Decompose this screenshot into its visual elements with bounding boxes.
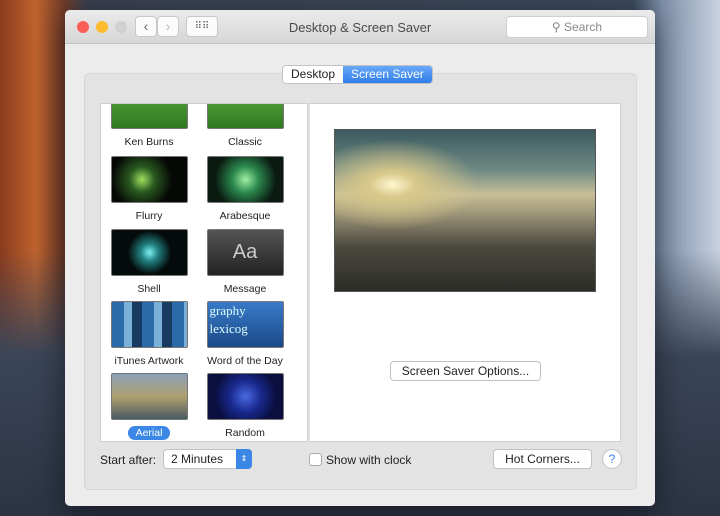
saver-classic[interactable]: Classic [197, 104, 293, 149]
tab-bar: Desktop Screen Saver [282, 65, 433, 84]
start-after-value: 2 Minutes [171, 452, 224, 466]
chevron-updown-icon: ⇕ [236, 449, 252, 469]
thumbnail [206, 104, 284, 129]
preferences-window: ‹ › ⠿⠿ Desktop & Screen Saver ⚲ Search D… [65, 10, 655, 506]
saver-label: Flurry [135, 210, 163, 222]
saver-ken-burns[interactable]: Ken Burns [101, 104, 197, 149]
saver-label: Message [223, 283, 267, 295]
show-clock-checkbox[interactable] [309, 453, 322, 466]
saver-random[interactable]: Random [197, 373, 293, 440]
saver-label: iTunes Artwork [114, 355, 184, 367]
thumbnail: graphy lexicog [206, 301, 284, 348]
saver-aerial[interactable]: Aerial [101, 373, 197, 440]
tab-screen-saver[interactable]: Screen Saver [343, 66, 432, 83]
tab-desktop[interactable]: Desktop [283, 66, 344, 83]
saver-label: Word of the Day [207, 355, 283, 367]
saver-label: Shell [137, 283, 161, 295]
start-after-select[interactable]: 2 Minutes ⇕ [163, 449, 252, 469]
saver-flurry[interactable]: Flurry [101, 156, 197, 223]
screen-saver-list: Ken Burns Classic Flurry Arabesque Shell… [100, 103, 308, 442]
thumbnail [206, 156, 284, 203]
saver-label: Arabesque [219, 210, 271, 222]
thumbnail [110, 301, 188, 348]
saver-itunes-artwork[interactable]: iTunes Artwork [101, 301, 197, 368]
hot-corners-button[interactable]: Hot Corners... [493, 449, 592, 469]
thumbnail [110, 156, 188, 203]
saver-label: Ken Burns [124, 136, 174, 148]
thumbnail [110, 229, 188, 276]
thumbnail [110, 104, 188, 129]
screen-saver-options-button[interactable]: Screen Saver Options... [390, 361, 541, 381]
thumbnail [206, 373, 284, 420]
title-bar: ‹ › ⠿⠿ Desktop & Screen Saver ⚲ Search [65, 10, 655, 44]
search-placeholder: Search [564, 20, 603, 34]
start-after-label: Start after: [100, 453, 157, 467]
help-button[interactable]: ? [602, 449, 622, 469]
saver-label: Aerial [127, 426, 171, 440]
saver-arabesque[interactable]: Arabesque [197, 156, 293, 223]
search-icon: ⚲ [551, 20, 565, 34]
thumbnail: Aa [206, 229, 284, 276]
show-clock-label[interactable]: Show with clock [326, 453, 411, 467]
saver-message[interactable]: Aa Message [197, 229, 293, 296]
search-input[interactable]: ⚲ Search [506, 16, 648, 38]
saver-shell[interactable]: Shell [101, 229, 197, 296]
saver-label: Classic [228, 136, 262, 148]
saver-word-of-the-day[interactable]: graphy lexicog Word of the Day [197, 301, 293, 368]
thumbnail [110, 373, 188, 420]
preview-pane: Screen Saver Options... [310, 103, 621, 442]
preview-image [334, 129, 596, 292]
saver-label: Random [225, 427, 265, 439]
